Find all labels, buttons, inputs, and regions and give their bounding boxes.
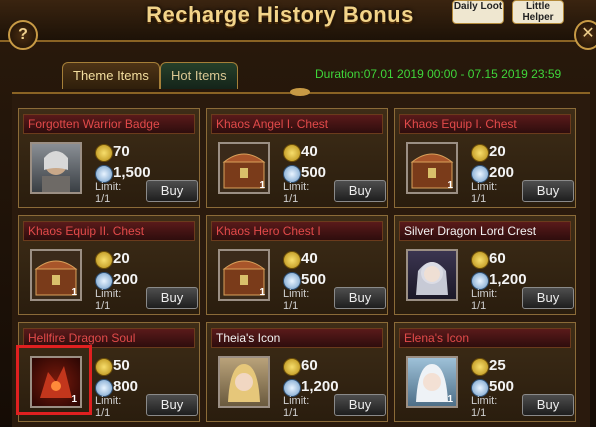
item-thumbnail-chest[interactable]: 1 — [30, 249, 82, 301]
item-name: Elena's Icon — [404, 331, 469, 345]
close-icon[interactable]: ✕ — [574, 20, 596, 50]
card-header: Forgotten Warrior Badge — [23, 114, 195, 134]
item-card: Theia's Icon 60 1,200 Limit: 1/1 Buy — [206, 322, 388, 422]
buy-button[interactable]: Buy — [334, 287, 386, 309]
item-quantity: 1 — [259, 287, 265, 298]
limit-label: Limit: 1/1 — [471, 288, 498, 312]
card-header: Theia's Icon — [211, 328, 383, 348]
item-name: Khaos Angel I. Chest — [216, 117, 329, 131]
item-quantity: 1 — [447, 180, 453, 191]
buy-button[interactable]: Buy — [146, 287, 198, 309]
item-thumbnail-chest[interactable]: 1 — [218, 249, 270, 301]
item-thumbnail-chest[interactable]: 1 — [218, 142, 270, 194]
limit-label: Limit: 1/1 — [471, 181, 498, 205]
gold-coin-icon — [283, 251, 301, 269]
gold-coin-icon — [471, 144, 489, 162]
gold-price: 50 — [113, 357, 130, 374]
tab-theme-items[interactable]: Theme Items — [62, 62, 160, 89]
item-card: Khaos Angel I. Chest 1 40 500 Limit: 1/1 … — [206, 108, 388, 208]
item-name: Silver Dragon Lord Crest — [404, 224, 537, 238]
diamond-price: 200 — [489, 164, 515, 181]
buy-button[interactable]: Buy — [522, 394, 574, 416]
buy-button[interactable]: Buy — [334, 180, 386, 202]
selection-highlight — [16, 345, 92, 415]
gold-price: 20 — [489, 143, 506, 160]
gold-coin-icon — [95, 144, 113, 162]
gold-price: 60 — [489, 250, 506, 267]
item-card: Silver Dragon Lord Crest 60 1,200 Limit:… — [394, 215, 576, 315]
little-helper-icon[interactable]: Little Helper — [512, 0, 564, 24]
tab-hot-items[interactable]: Hot Items — [160, 62, 238, 89]
item-card: Khaos Equip II. Chest 1 20 200 Limit: 1/1… — [18, 215, 200, 315]
limit-label: Limit: 1/1 — [95, 288, 122, 312]
diamond-price: 500 — [301, 164, 327, 181]
diamond-price: 200 — [113, 271, 139, 288]
gold-coin-icon — [95, 358, 113, 376]
item-name: Khaos Equip I. Chest — [404, 117, 517, 131]
gold-price: 40 — [301, 143, 318, 160]
theia-portrait-icon — [228, 364, 260, 402]
page-title: Recharge History Bonus — [146, 2, 414, 27]
gold-coin-icon — [283, 358, 301, 376]
limit-label: Limit: 1/1 — [471, 395, 498, 419]
item-name: Hellfire Dragon Soul — [28, 331, 136, 345]
event-duration: Duration:07.01 2019 00:00 - 07.15 2019 2… — [315, 67, 562, 81]
card-header: Khaos Hero Chest I — [211, 221, 383, 241]
gold-price: 40 — [301, 250, 318, 267]
item-card: Khaos Equip I. Chest 1 20 200 Limit: 1/1 … — [394, 108, 576, 208]
item-quantity: 1 — [71, 287, 77, 298]
item-thumbnail-chest[interactable]: 1 — [406, 142, 458, 194]
limit-label: Limit: 1/1 — [95, 395, 122, 419]
card-header: Khaos Angel I. Chest — [211, 114, 383, 134]
help-icon[interactable]: ? — [8, 20, 38, 50]
item-card: Forgotten Warrior Badge 70 1,500 Limit: 1… — [18, 108, 200, 208]
daily-loot-icon[interactable]: Daily Loot — [452, 0, 504, 24]
diamond-price: 1,200 — [301, 378, 339, 395]
diamond-price: 500 — [301, 271, 327, 288]
item-quantity: 1 — [259, 180, 265, 191]
gold-price: 70 — [113, 143, 130, 160]
item-name: Khaos Hero Chest I — [216, 224, 321, 238]
buy-button[interactable]: Buy — [522, 287, 574, 309]
gold-coin-icon — [471, 358, 489, 376]
warrior-portrait-icon — [42, 151, 70, 192]
buy-button[interactable]: Buy — [146, 394, 198, 416]
item-quantity: 1 — [447, 394, 453, 405]
gold-price: 60 — [301, 357, 318, 374]
gold-coin-icon — [471, 251, 489, 269]
diamond-price: 1,200 — [489, 271, 527, 288]
item-thumbnail-portrait[interactable] — [218, 356, 270, 408]
item-name: Forgotten Warrior Badge — [28, 117, 160, 131]
gold-coin-icon — [95, 251, 113, 269]
buy-button[interactable]: Buy — [146, 180, 198, 202]
item-card: Khaos Hero Chest I 1 40 500 Limit: 1/1 Bu… — [206, 215, 388, 315]
item-name: Khaos Equip II. Chest — [28, 224, 145, 238]
gold-price: 20 — [113, 250, 130, 267]
limit-label: Limit: 1/1 — [283, 395, 310, 419]
gold-price: 25 — [489, 357, 506, 374]
card-header: Khaos Equip II. Chest — [23, 221, 195, 241]
item-card: Elena's Icon 1 25 500 Limit: 1/1 Buy — [394, 322, 576, 422]
item-thumbnail-portrait[interactable] — [406, 249, 458, 301]
silver-dragon-lord-portrait-icon — [416, 262, 448, 295]
diamond-price: 800 — [113, 378, 139, 395]
limit-label: Limit: 1/1 — [95, 181, 122, 205]
diamond-price: 500 — [489, 378, 515, 395]
item-name: Theia's Icon — [216, 331, 281, 345]
window-frame: Daily Loot Little Helper Recharge Histor… — [0, 0, 596, 427]
ornament-icon — [290, 88, 310, 96]
item-thumbnail-portrait[interactable] — [30, 142, 82, 194]
gold-coin-icon — [283, 144, 301, 162]
buy-button[interactable]: Buy — [522, 180, 574, 202]
limit-label: Limit: 1/1 — [283, 288, 310, 312]
diamond-price: 1,500 — [113, 164, 151, 181]
card-header: Elena's Icon — [399, 328, 571, 348]
item-thumbnail-portrait[interactable]: 1 — [406, 356, 458, 408]
limit-label: Limit: 1/1 — [283, 181, 310, 205]
card-header: Silver Dragon Lord Crest — [399, 221, 571, 241]
buy-button[interactable]: Buy — [334, 394, 386, 416]
card-header: Khaos Equip I. Chest — [399, 114, 571, 134]
